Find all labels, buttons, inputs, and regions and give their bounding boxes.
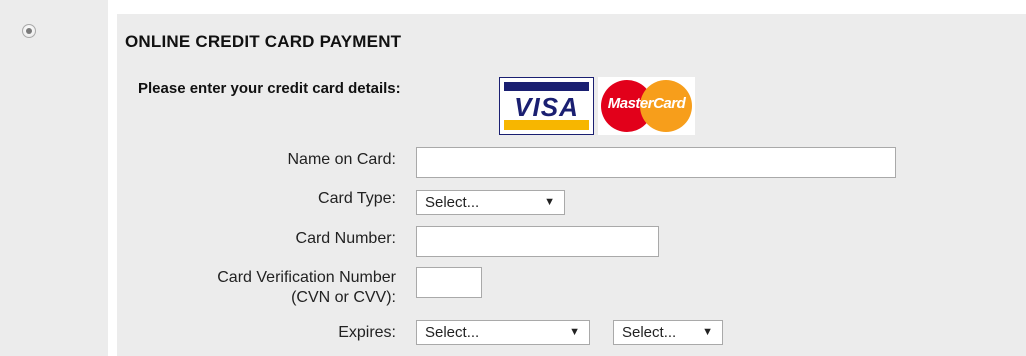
name-on-card-label: Name on Card:: [287, 151, 397, 168]
expires-month-select[interactable]: Select... ▼: [416, 320, 590, 345]
card-type-selected-value: Select...: [425, 194, 480, 211]
credit-card-payment-panel: ONLINE CREDIT CARD PAYMENT Please enter …: [117, 14, 1026, 356]
payment-option-radio[interactable]: [22, 24, 36, 38]
card-number-label: Card Number:: [295, 230, 396, 247]
mastercard-logo: MasterCard: [598, 77, 695, 135]
cvn-label-line2: (CVN or CVV):: [291, 289, 396, 306]
cvn-label-line1: Card Verification Number: [217, 269, 396, 286]
card-type-label: Card Type:: [318, 190, 396, 207]
payment-page: ONLINE CREDIT CARD PAYMENT Please enter …: [0, 0, 1026, 356]
cvn-input[interactable]: [416, 267, 482, 298]
intro-text: Please enter your credit card details:: [138, 80, 401, 97]
visa-logo-text: VISA: [514, 92, 579, 122]
visa-logo-top-band: [504, 82, 589, 91]
radio-selected-dot: [26, 28, 32, 34]
visa-logo-bottom-band: [504, 120, 589, 130]
visa-logo: VISA: [499, 77, 594, 135]
expires-month-selected-value: Select...: [425, 324, 480, 341]
card-type-select[interactable]: Select... ▼: [416, 190, 565, 215]
mastercard-logo-text: MasterCard: [607, 95, 686, 112]
expires-year-selected-value: Select...: [622, 324, 677, 341]
card-number-input[interactable]: [416, 226, 659, 257]
chevron-down-icon: ▼: [702, 326, 713, 338]
name-on-card-input[interactable]: [416, 147, 896, 178]
section-title: ONLINE CREDIT CARD PAYMENT: [125, 32, 402, 51]
chevron-down-icon: ▼: [544, 196, 555, 208]
payment-option-column: [0, 0, 108, 356]
expires-year-select[interactable]: Select... ▼: [613, 320, 723, 345]
expires-label: Expires:: [338, 324, 396, 341]
chevron-down-icon: ▼: [569, 326, 580, 338]
